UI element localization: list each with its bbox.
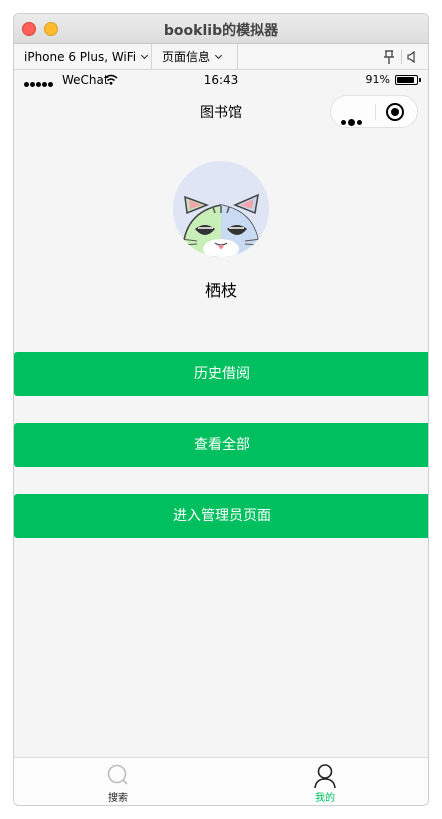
phone-status-bar: WeChat 16:43 91%	[14, 70, 428, 90]
speaker-icon[interactable]	[406, 49, 418, 65]
user-name: 栖枝	[204, 281, 237, 300]
avatar	[173, 161, 269, 257]
battery-level-fill	[397, 77, 415, 83]
more-options-icon[interactable]	[341, 110, 364, 129]
page-info-dropdown[interactable]: 页面信息	[152, 44, 238, 70]
enter-admin-button[interactable]: 进入管理员页面	[14, 494, 428, 538]
window-title: booklib的模拟器	[163, 23, 279, 39]
mini-program-navbar: 图书馆	[14, 90, 428, 134]
toolbar-divider	[401, 50, 402, 64]
user-icon	[314, 764, 336, 789]
device-selector[interactable]: iPhone 6 Plus, WiFi	[14, 44, 152, 70]
battery-icon	[395, 75, 421, 85]
chevron-down-icon	[214, 51, 223, 60]
cat-avatar-illustration	[173, 161, 269, 257]
tab-mine[interactable]: 我的	[265, 758, 385, 805]
simulator-window: booklib的模拟器 iPhone 6 Plus, WiFi 页面信息 WeC…	[13, 13, 429, 806]
page-info-label: 页面信息	[162, 50, 211, 64]
capsule-divider	[375, 104, 376, 120]
view-all-button[interactable]: 查看全部	[14, 423, 428, 467]
mini-program-capsule	[330, 95, 418, 128]
pin-icon[interactable]	[382, 49, 396, 65]
tab-mine-label: 我的	[315, 793, 335, 804]
chevron-down-icon	[141, 51, 149, 60]
tab-search[interactable]: 搜索	[58, 758, 178, 805]
tab-search-label: 搜索	[108, 793, 128, 804]
simulator-toolbar: iPhone 6 Plus, WiFi 页面信息	[14, 44, 428, 70]
bottom-tab-bar: 搜索 我的	[14, 757, 428, 805]
search-icon	[107, 764, 128, 785]
exit-mini-program-icon[interactable]	[386, 103, 404, 121]
battery-percent: 91%	[365, 73, 390, 86]
window-titlebar: booklib的模拟器	[14, 14, 428, 44]
device-label: iPhone 6 Plus, WiFi	[24, 50, 137, 64]
borrow-history-button[interactable]: 历史借阅	[14, 352, 428, 396]
